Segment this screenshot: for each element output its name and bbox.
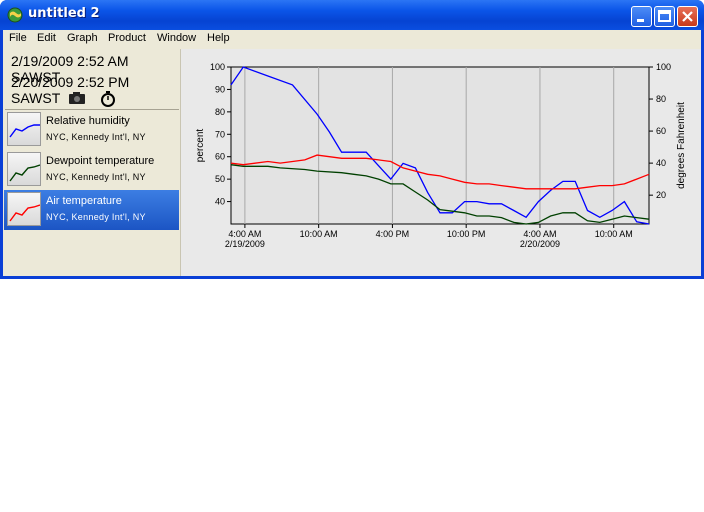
y-tick-label-left: 40 xyxy=(215,197,225,207)
maximize-button[interactable] xyxy=(654,6,675,27)
app-window: untitled 2 File Edit Graph Product Windo… xyxy=(0,0,704,279)
dewpoint-thumbnail xyxy=(7,152,41,186)
camera-icon[interactable] xyxy=(68,91,86,105)
x-tick-label: 4:00 AM xyxy=(228,229,261,239)
menu-window[interactable]: Window xyxy=(157,32,196,44)
stopwatch-icon[interactable] xyxy=(100,91,116,107)
close-icon xyxy=(682,11,693,22)
series-item-location: NYC, Kennedy Int'l, NY xyxy=(46,132,146,142)
app-icon xyxy=(7,7,23,23)
series-item-relative-humidity[interactable]: Relative humidity NYC, Kennedy Int'l, NY xyxy=(4,110,179,150)
y-tick-label-left: 70 xyxy=(215,129,225,139)
close-button[interactable] xyxy=(677,6,698,27)
y-tick-label-right: 20 xyxy=(656,190,666,200)
y-axis-label-right: degrees Fahrenheit xyxy=(676,102,687,189)
minimize-button[interactable] xyxy=(631,6,652,27)
plot-background xyxy=(230,66,650,225)
x-tick-label: 10:00 PM xyxy=(447,229,486,239)
y-tick-label-left: 50 xyxy=(215,174,225,184)
end-time: 2/20/2009 2:52 PM SAWST xyxy=(11,74,130,106)
line-chart: 4:00 AM2/19/200910:00 AM 4:00 PM 10:00 PM 4… xyxy=(195,62,687,249)
series-item-title: Air temperature xyxy=(46,195,122,207)
chart-area: 4:00 AM 2/19/2009 10:00 AM 4:00 PM 10:00 PM 4… xyxy=(181,49,701,276)
x-tick-date-label: 2/19/2009 xyxy=(225,239,265,249)
series-item-title: Relative humidity xyxy=(46,115,130,127)
air-temperature-thumbnail xyxy=(7,192,41,226)
menu-file[interactable]: File xyxy=(9,32,27,44)
series-item-dewpoint[interactable]: Dewpoint temperature NYC, Kennedy Int'l,… xyxy=(4,150,179,190)
menu-graph[interactable]: Graph xyxy=(67,32,98,44)
y-tick-label-left: 90 xyxy=(215,84,225,94)
series-item-title: Dewpoint temperature xyxy=(46,155,155,167)
menu-product[interactable]: Product xyxy=(108,32,146,44)
menu-bar: File Edit Graph Product Window Help xyxy=(3,30,701,49)
y-tick-label-right: 40 xyxy=(656,158,666,168)
menu-help[interactable]: Help xyxy=(207,32,230,44)
series-item-location: NYC, Kennedy Int'l, NY xyxy=(46,172,146,182)
y-tick-label-right: 80 xyxy=(656,94,666,104)
x-tick-label: 10:00 AM xyxy=(300,229,338,239)
minimize-icon xyxy=(637,19,644,22)
x-tick-label: 10:00 AM xyxy=(595,229,633,239)
x-tick-label: 4:00 PM xyxy=(376,229,410,239)
maximize-icon xyxy=(658,10,671,22)
y-axis-label-left: percent xyxy=(195,129,206,163)
y-tick-label-left: 60 xyxy=(215,152,225,162)
x-tick-date-label: 2/20/2009 xyxy=(520,239,560,249)
window-title: untitled 2 xyxy=(28,6,100,21)
y-tick-label-left: 80 xyxy=(215,107,225,117)
series-item-air-temperature[interactable]: Air temperature NYC, Kennedy Int'l, NY xyxy=(4,190,179,230)
y-tick-label-right: 100 xyxy=(656,62,671,72)
title-bar[interactable]: untitled 2 xyxy=(0,0,704,30)
series-panel: 2/19/2009 2:52 AM SAWST 2/20/2009 2:52 P… xyxy=(3,49,181,276)
x-tick-label: 4:00 AM xyxy=(523,229,556,239)
menu-edit[interactable]: Edit xyxy=(37,32,56,44)
y-tick-label-right: 60 xyxy=(656,126,666,136)
series-item-location: NYC, Kennedy Int'l, NY xyxy=(46,212,146,222)
relative-humidity-thumbnail xyxy=(7,112,41,146)
y-tick-label-left: 100 xyxy=(210,62,225,72)
client-area: 2/19/2009 2:52 AM SAWST 2/20/2009 2:52 P… xyxy=(3,49,701,276)
